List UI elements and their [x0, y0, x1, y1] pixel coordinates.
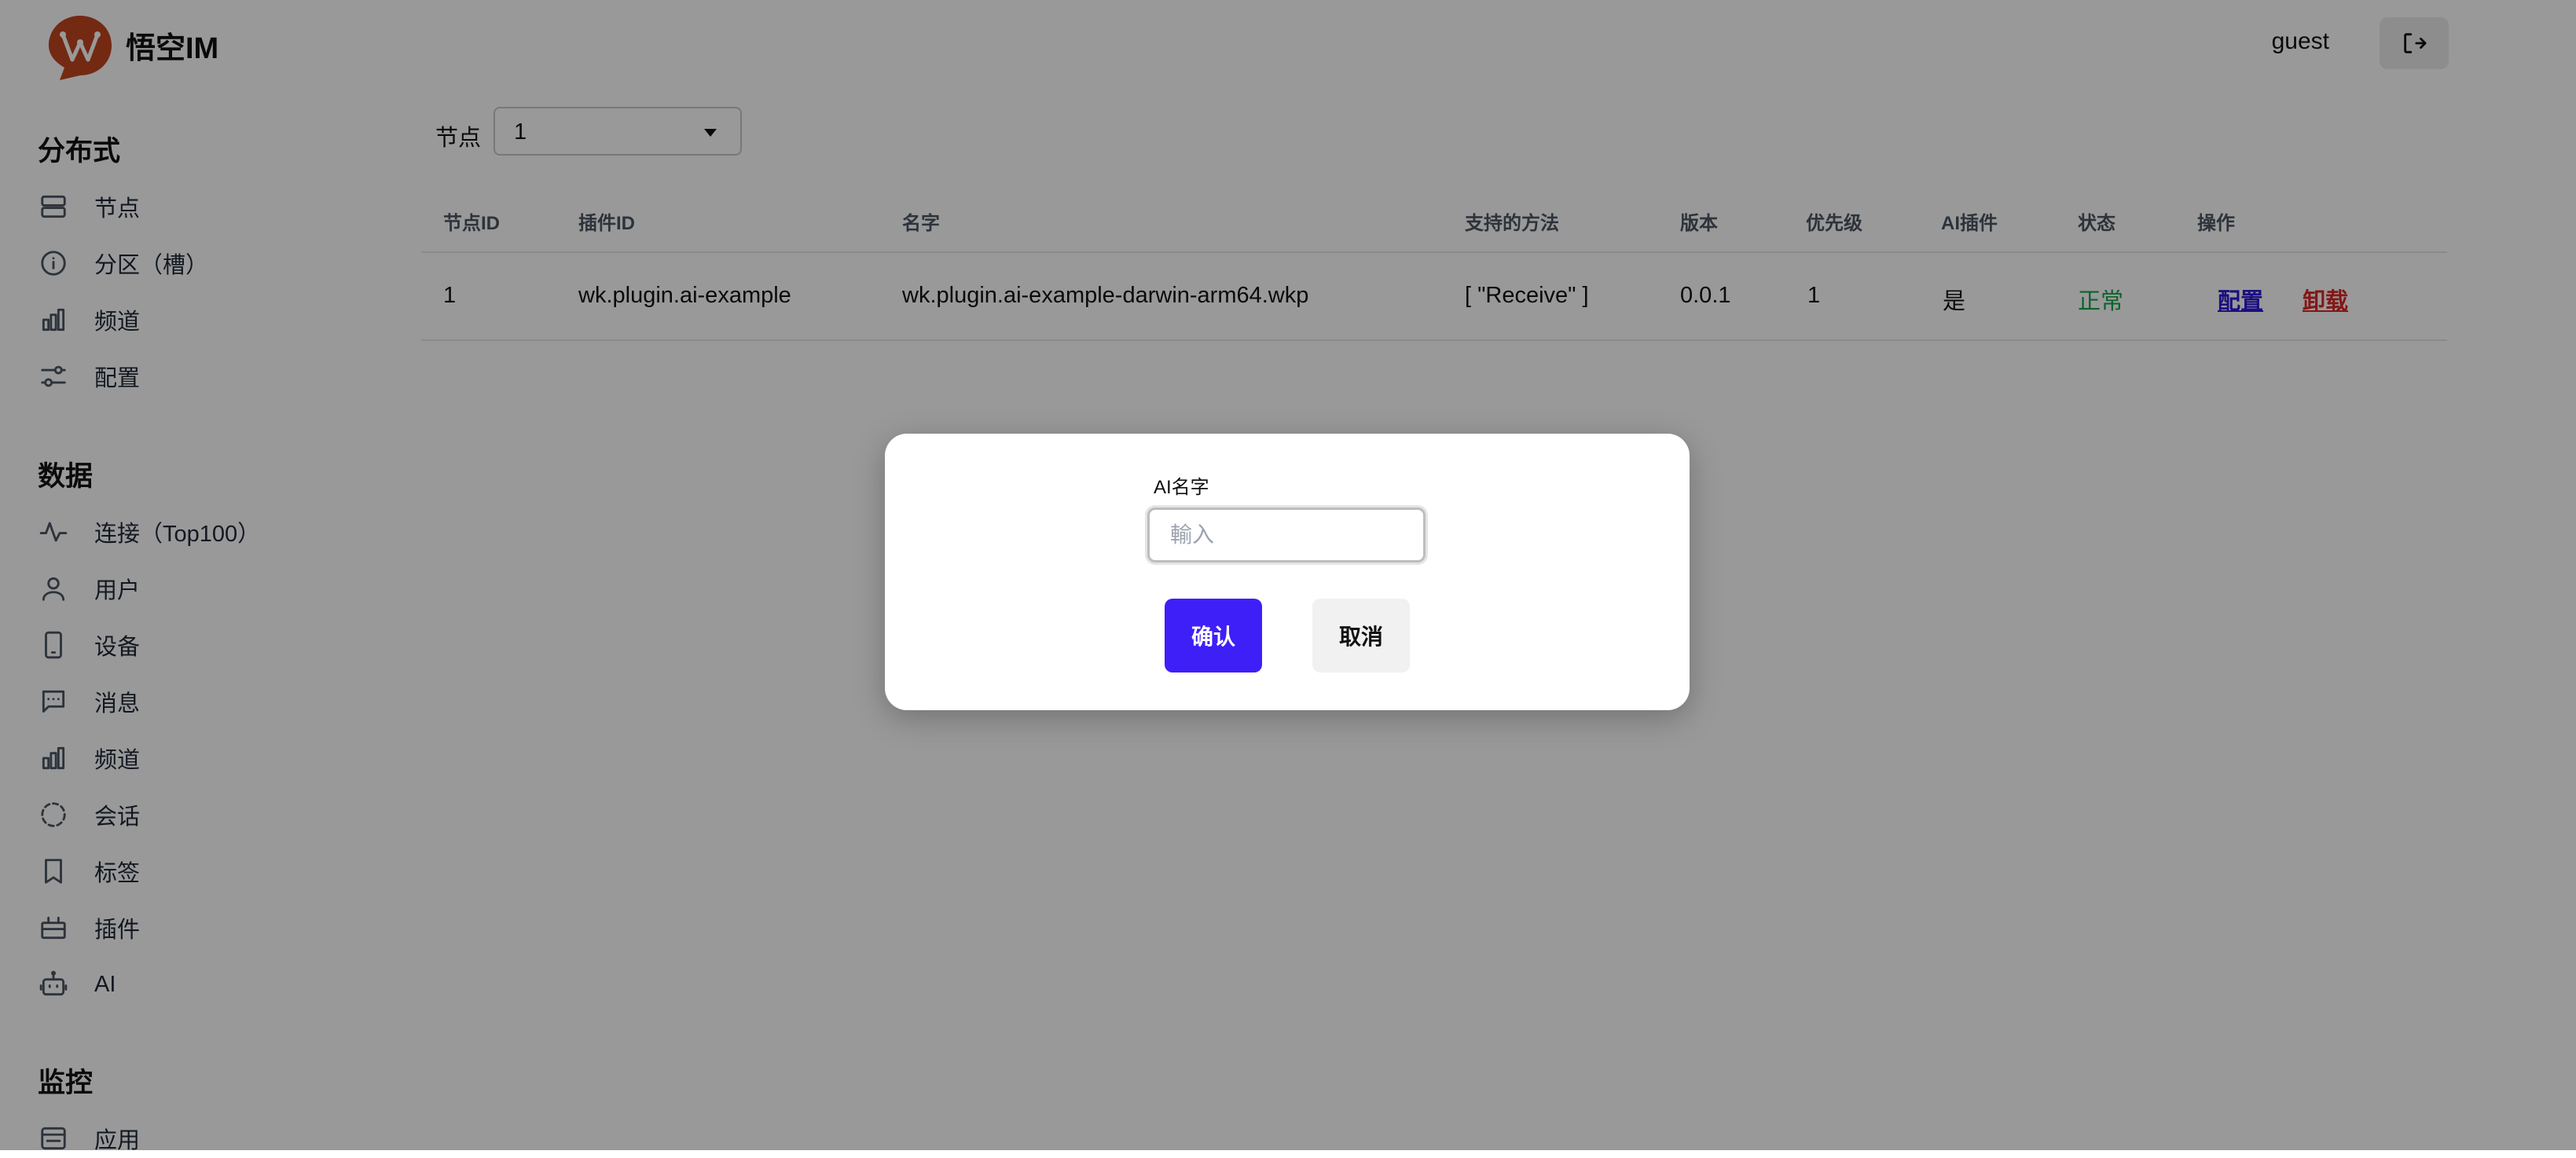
ai-name-dialog: AI名字 确认 取消 [885, 434, 1690, 710]
ai-name-label: AI名字 [1154, 477, 1209, 498]
confirm-button[interactable]: 确认 [1165, 599, 1262, 672]
page: 悟空IM guest 分布式 节点 分区（槽） 频道 配置 数据 连接（Top1… [0, 0, 2576, 1153]
ai-name-input[interactable] [1147, 508, 1426, 563]
cancel-button[interactable]: 取消 [1312, 599, 1410, 672]
